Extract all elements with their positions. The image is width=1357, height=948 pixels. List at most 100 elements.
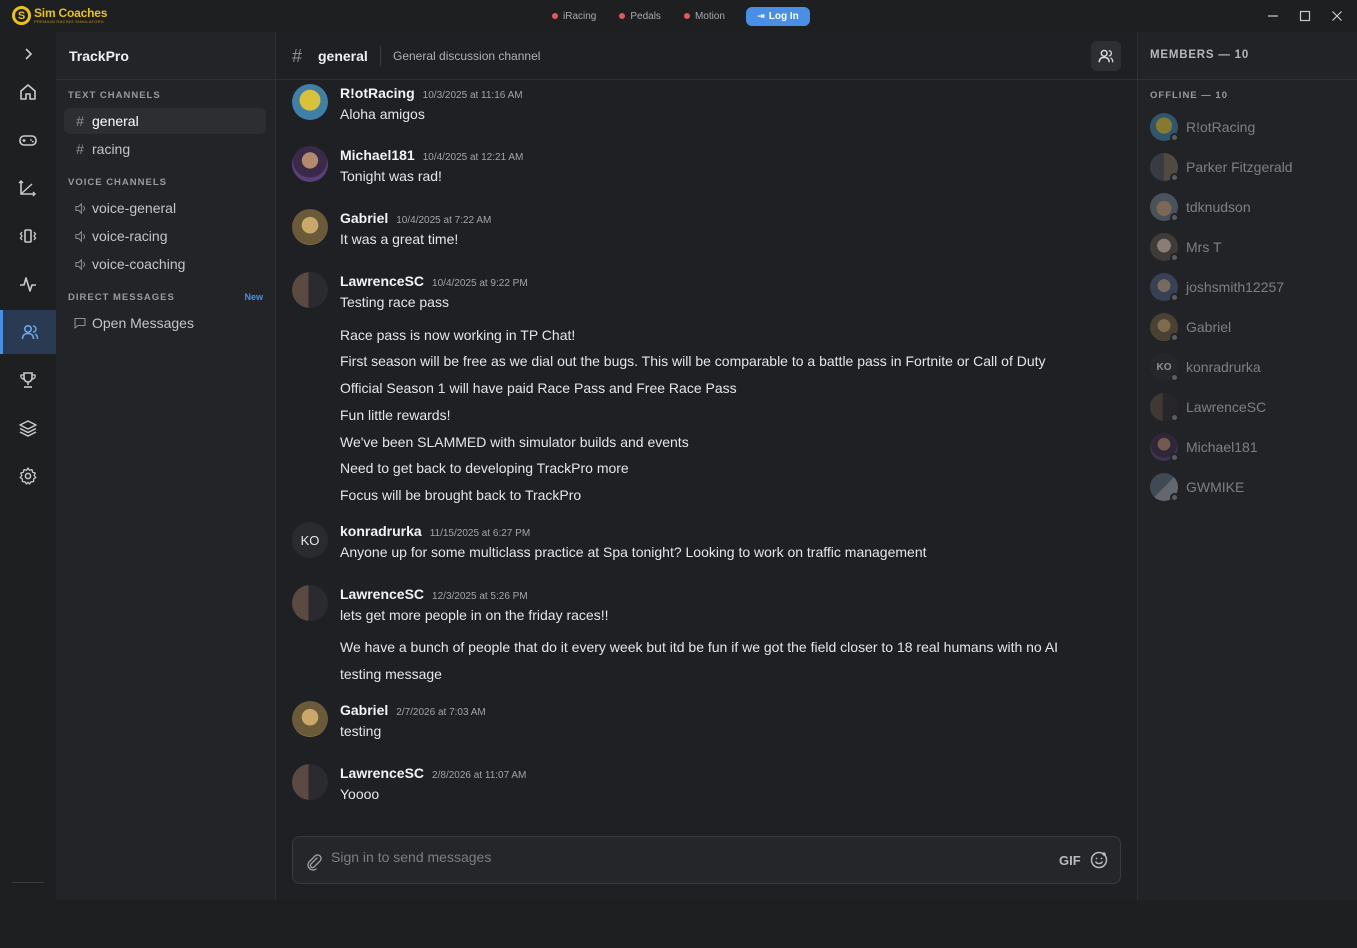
- gif-button[interactable]: GIF: [1059, 853, 1081, 868]
- home-icon[interactable]: [0, 70, 56, 114]
- member-item[interactable]: R!otRacing: [1150, 111, 1350, 143]
- minimize-icon[interactable]: [1265, 8, 1281, 24]
- message-text: Official Season 1 will have paid Race Pa…: [340, 380, 737, 396]
- channel-label: voice-racing: [92, 228, 168, 244]
- message-author[interactable]: Gabriel 2/7/2026 at 7:03 AM: [340, 702, 486, 718]
- message-composer[interactable]: Sign in to send messages GIF: [292, 836, 1121, 884]
- activity-icon[interactable]: [0, 262, 56, 306]
- message-text: testing: [340, 723, 382, 739]
- member-name: tdknudson: [1186, 199, 1251, 215]
- member-name: R!otRacing: [1186, 119, 1256, 135]
- avatar[interactable]: [292, 701, 328, 737]
- status-iracing[interactable]: iRacing: [552, 11, 596, 22]
- chat-main: # general General discussion channel R!o…: [276, 32, 1137, 900]
- channel-voice-racing[interactable]: voice-racing: [64, 223, 266, 249]
- member-item[interactable]: KO konradrurka: [1150, 351, 1350, 383]
- status-dot-icon: [619, 13, 626, 19]
- divider: [380, 46, 381, 66]
- message-timestamp: 12/3/2025 at 5:26 PM: [432, 591, 528, 602]
- channel-label: voice-coaching: [92, 256, 186, 272]
- offline-status-icon: [1170, 373, 1179, 382]
- member-name: konradrurka: [1186, 359, 1261, 375]
- vibration-icon[interactable]: [0, 214, 56, 258]
- message-author[interactable]: R!otRacing 10/3/2025 at 11:16 AM: [340, 85, 523, 101]
- member-item[interactable]: GWMIKE: [1150, 471, 1350, 503]
- member-name: Mrs T: [1186, 239, 1222, 255]
- message-author[interactable]: Gabriel 10/4/2025 at 7:22 AM: [340, 210, 491, 226]
- paperclip-icon[interactable]: [305, 853, 323, 871]
- message-text: Yoooo: [340, 786, 380, 802]
- channel-title: general: [318, 48, 368, 64]
- member-name: Gabriel: [1186, 319, 1232, 335]
- users-icon[interactable]: [0, 310, 56, 354]
- members-panel: MEMBERS — 10 OFFLINE — 10 R!otRacing Par…: [1137, 32, 1357, 900]
- member-item[interactable]: Parker Fitzgerald: [1150, 151, 1350, 183]
- message-text: Need to get back to developing TrackPro …: [340, 460, 629, 476]
- message-author[interactable]: LawrenceSC 10/4/2025 at 9:22 PM: [340, 273, 528, 289]
- message-input[interactable]: Sign in to send messages: [331, 849, 491, 865]
- avatar: [1150, 393, 1179, 422]
- avatar[interactable]: KO: [292, 522, 328, 558]
- close-icon[interactable]: [1329, 8, 1345, 24]
- avatar[interactable]: [292, 84, 328, 120]
- member-item[interactable]: LawrenceSC: [1150, 391, 1350, 423]
- member-name: LawrenceSC: [1186, 399, 1267, 415]
- open-messages-label: Open Messages: [92, 315, 194, 331]
- member-name: Michael181: [1186, 439, 1258, 455]
- status-pedals[interactable]: Pedals: [619, 11, 661, 22]
- axes-icon[interactable]: [0, 166, 56, 210]
- offline-header: OFFLINE — 10: [1150, 90, 1228, 101]
- channel-general[interactable]: # general: [64, 108, 266, 134]
- new-dm-button[interactable]: New: [244, 292, 263, 302]
- message-timestamp: 11/15/2025 at 6:27 PM: [429, 528, 531, 539]
- message-author[interactable]: konradrurka 11/15/2025 at 6:27 PM: [340, 523, 530, 539]
- offline-status-icon: [1170, 253, 1179, 262]
- avatar[interactable]: [292, 764, 328, 800]
- channel-voice-coaching[interactable]: voice-coaching: [64, 251, 266, 277]
- logo-subtitle: PREMIUM RACING SIMULATORS: [34, 19, 104, 24]
- channel-racing[interactable]: # racing: [64, 136, 266, 162]
- member-item[interactable]: tdknudson: [1150, 191, 1350, 223]
- logo-title: Sim Coaches: [34, 6, 108, 20]
- speaker-icon: [72, 230, 88, 243]
- avatar[interactable]: [292, 209, 328, 245]
- member-item[interactable]: Gabriel: [1150, 311, 1350, 343]
- trophy-icon[interactable]: [0, 358, 56, 402]
- gear-icon[interactable]: [0, 454, 56, 498]
- channel-voice-general[interactable]: voice-general: [64, 195, 266, 221]
- avatar[interactable]: [292, 146, 328, 182]
- message-author[interactable]: Michael181 10/4/2025 at 12:21 AM: [340, 147, 523, 163]
- status-motion[interactable]: Motion: [683, 11, 725, 22]
- offline-status-icon: [1170, 173, 1179, 182]
- message-text: Testing race pass: [340, 294, 449, 310]
- layers-icon[interactable]: [0, 406, 56, 450]
- avatar[interactable]: [292, 272, 328, 308]
- avatar[interactable]: [292, 585, 328, 621]
- message-author[interactable]: LawrenceSC 2/8/2026 at 11:07 AM: [340, 765, 526, 781]
- toggle-members-button[interactable]: [1091, 41, 1121, 71]
- message-text: We have a bunch of people that do it eve…: [340, 639, 1059, 655]
- divider: [1138, 79, 1357, 80]
- hash-icon: #: [292, 46, 303, 66]
- member-item[interactable]: joshsmith12257: [1150, 271, 1350, 303]
- member-item[interactable]: Mrs T: [1150, 231, 1350, 263]
- message-text: testing message: [340, 666, 442, 682]
- hash-icon: #: [76, 141, 84, 157]
- message-timestamp: 10/3/2025 at 11:16 AM: [422, 90, 523, 101]
- login-button[interactable]: ⇥ Log In: [746, 7, 810, 26]
- message-text: Aloha amigos: [340, 106, 425, 122]
- member-item[interactable]: Michael181: [1150, 431, 1350, 463]
- channel-label: racing: [92, 141, 131, 157]
- gamepad-icon[interactable]: [0, 118, 56, 162]
- status-label: Pedals: [630, 10, 661, 22]
- maximize-icon[interactable]: [1297, 8, 1313, 24]
- channel-label: voice-general: [92, 200, 177, 216]
- open-messages[interactable]: Open Messages: [64, 310, 266, 336]
- message-text: It was a great time!: [340, 231, 459, 247]
- connection-status-group: iRacing Pedals Motion: [552, 6, 748, 26]
- message-timestamp: 10/4/2025 at 9:22 PM: [432, 278, 528, 289]
- emoji-icon[interactable]: [1089, 850, 1109, 870]
- message-timestamp: 2/8/2026 at 11:07 AM: [432, 770, 527, 781]
- message-author[interactable]: LawrenceSC 12/3/2025 at 5:26 PM: [340, 586, 528, 602]
- offline-status-icon: [1170, 333, 1179, 342]
